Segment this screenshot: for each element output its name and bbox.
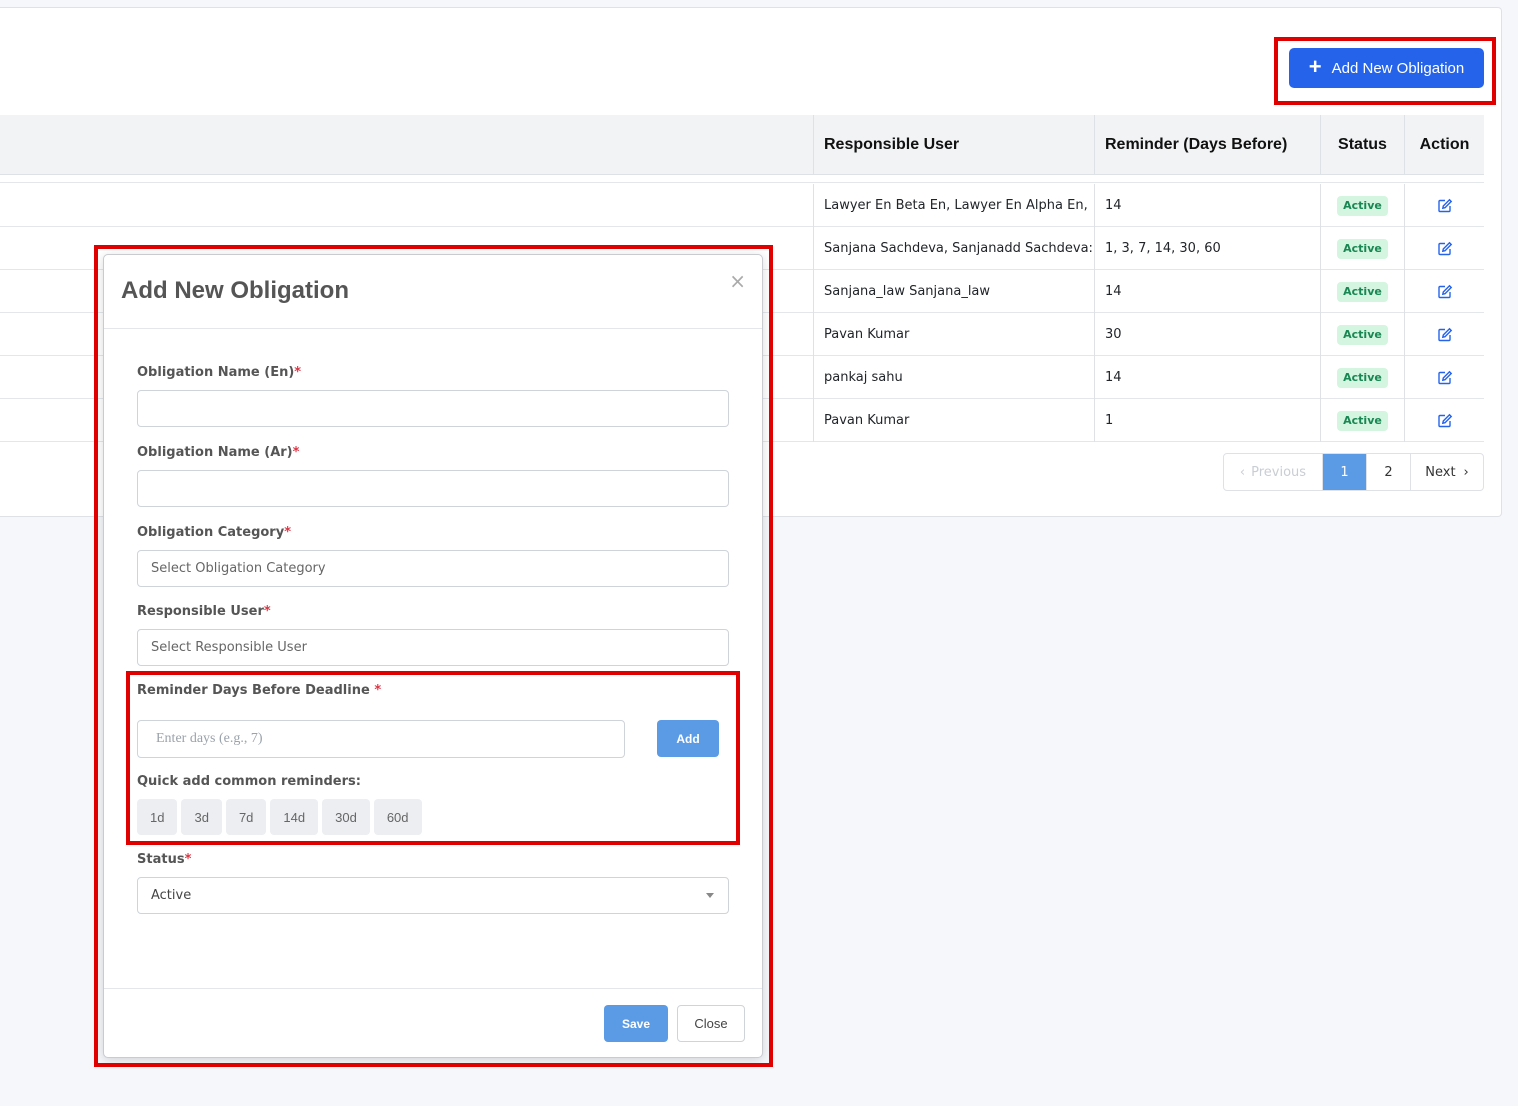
close-button[interactable]: Close bbox=[677, 1005, 745, 1042]
cell-reminder-days: 30 bbox=[1094, 313, 1320, 356]
cell-action bbox=[1404, 270, 1484, 313]
cell-responsible-user: Lawyer En Beta En, Lawyer En Alpha En, bbox=[813, 184, 1094, 227]
name-en-label: Obligation Name (En)* bbox=[137, 365, 302, 380]
add-reminder-button[interactable]: Add bbox=[657, 720, 719, 757]
responsible-user-label: Responsible User* bbox=[137, 604, 271, 619]
modal-footer: Save Close bbox=[104, 988, 762, 1058]
category-label: Obligation Category* bbox=[137, 525, 292, 540]
cell-status: Active bbox=[1320, 227, 1404, 270]
table-divider bbox=[0, 182, 1484, 183]
table-header: Responsible User Reminder (Days Before) … bbox=[0, 115, 1484, 175]
pagination-previous[interactable]: ‹ Previous bbox=[1224, 454, 1322, 490]
quick-add-30d[interactable]: 30d bbox=[322, 799, 370, 835]
reminder-days-input[interactable] bbox=[137, 720, 625, 758]
status-label: Status* bbox=[137, 852, 192, 867]
cell-status: Active bbox=[1320, 356, 1404, 399]
status-badge: Active bbox=[1337, 324, 1388, 345]
responsible-user-select[interactable]: Select Responsible User bbox=[137, 629, 729, 666]
quick-add-1d[interactable]: 1d bbox=[137, 799, 178, 835]
cell-status: Active bbox=[1320, 270, 1404, 313]
cell-action bbox=[1404, 184, 1484, 227]
quick-add-14d[interactable]: 14d bbox=[270, 799, 319, 835]
cell-reminder-days: 14 bbox=[1094, 184, 1320, 227]
cell-reminder-days: 14 bbox=[1094, 270, 1320, 313]
pagination: ‹ Previous 1 2 Next › bbox=[1223, 453, 1484, 491]
edit-icon[interactable] bbox=[1437, 284, 1453, 300]
modal-title: Add New Obligation bbox=[121, 277, 349, 304]
add-obligation-modal: Add New Obligation × Obligation Name (En… bbox=[103, 254, 763, 1058]
status-select[interactable]: Active bbox=[137, 877, 729, 914]
chevron-left-icon: ‹ bbox=[1239, 464, 1246, 480]
status-badge: Active bbox=[1337, 410, 1388, 431]
cell-action bbox=[1404, 227, 1484, 270]
add-new-obligation-button[interactable]: + Add New Obligation bbox=[1289, 48, 1484, 88]
close-icon[interactable]: × bbox=[729, 269, 746, 293]
reminder-days-label: Reminder Days Before Deadline * bbox=[137, 683, 382, 698]
quick-add-3d[interactable]: 3d bbox=[181, 799, 222, 835]
cell-responsible-user: Pavan Kumar bbox=[813, 399, 1094, 442]
pagination-page-1[interactable]: 1 bbox=[1322, 454, 1366, 490]
cell-action bbox=[1404, 356, 1484, 399]
status-badge: Active bbox=[1337, 281, 1388, 302]
add-new-obligation-label: Add New Obligation bbox=[1331, 59, 1465, 77]
quick-add-label: Quick add common reminders: bbox=[137, 774, 361, 789]
status-badge: Active bbox=[1337, 195, 1388, 216]
edit-icon[interactable] bbox=[1437, 370, 1453, 386]
quick-add-group: 1d 3d 7d 14d 30d 60d bbox=[137, 799, 422, 835]
cell-status: Active bbox=[1320, 184, 1404, 227]
cell-responsible-user: Sanjana Sachdeva, Sanjanadd Sachdeva: bbox=[813, 227, 1094, 270]
edit-icon[interactable] bbox=[1437, 413, 1453, 429]
status-badge: Active bbox=[1337, 367, 1388, 388]
cell-responsible-user: pankaj sahu bbox=[813, 356, 1094, 399]
name-ar-input[interactable] bbox=[137, 470, 729, 507]
pagination-next[interactable]: Next › bbox=[1410, 454, 1483, 490]
edit-icon[interactable] bbox=[1437, 241, 1453, 257]
save-button[interactable]: Save bbox=[604, 1005, 668, 1042]
edit-icon[interactable] bbox=[1437, 327, 1453, 343]
caret-down-icon bbox=[706, 893, 714, 898]
col-action: Action bbox=[1404, 115, 1484, 175]
name-ar-label: Obligation Name (Ar)* bbox=[137, 445, 300, 460]
table-row: Lawyer En Beta En, Lawyer En Alpha En, 14… bbox=[0, 184, 1484, 227]
pagination-page-2[interactable]: 2 bbox=[1366, 454, 1410, 490]
status-select-value: Active bbox=[151, 888, 192, 903]
quick-add-7d[interactable]: 7d bbox=[225, 799, 267, 835]
status-badge: Active bbox=[1337, 238, 1388, 259]
chevron-right-icon: › bbox=[1463, 464, 1469, 480]
cell-status: Active bbox=[1320, 313, 1404, 356]
cell-action bbox=[1404, 399, 1484, 442]
edit-icon[interactable] bbox=[1437, 198, 1453, 214]
modal-header: Add New Obligation × bbox=[104, 255, 762, 329]
quick-add-60d[interactable]: 60d bbox=[373, 799, 422, 835]
cell-reminder-days: 14 bbox=[1094, 356, 1320, 399]
cell-responsible-user: Sanjana_law Sanjana_law bbox=[813, 270, 1094, 313]
col-status: Status bbox=[1320, 115, 1404, 175]
category-select[interactable]: Select Obligation Category bbox=[137, 550, 729, 587]
cell-reminder-days: 1 bbox=[1094, 399, 1320, 442]
cell-reminder-days: 1, 3, 7, 14, 30, 60 bbox=[1094, 227, 1320, 270]
cell-responsible-user: Pavan Kumar bbox=[813, 313, 1094, 356]
name-en-input[interactable] bbox=[137, 390, 729, 427]
plus-icon: + bbox=[1308, 53, 1322, 79]
col-reminder-days: Reminder (Days Before) bbox=[1094, 115, 1320, 175]
cell-action bbox=[1404, 313, 1484, 356]
cell-status: Active bbox=[1320, 399, 1404, 442]
col-responsible-user: Responsible User bbox=[813, 115, 1094, 175]
